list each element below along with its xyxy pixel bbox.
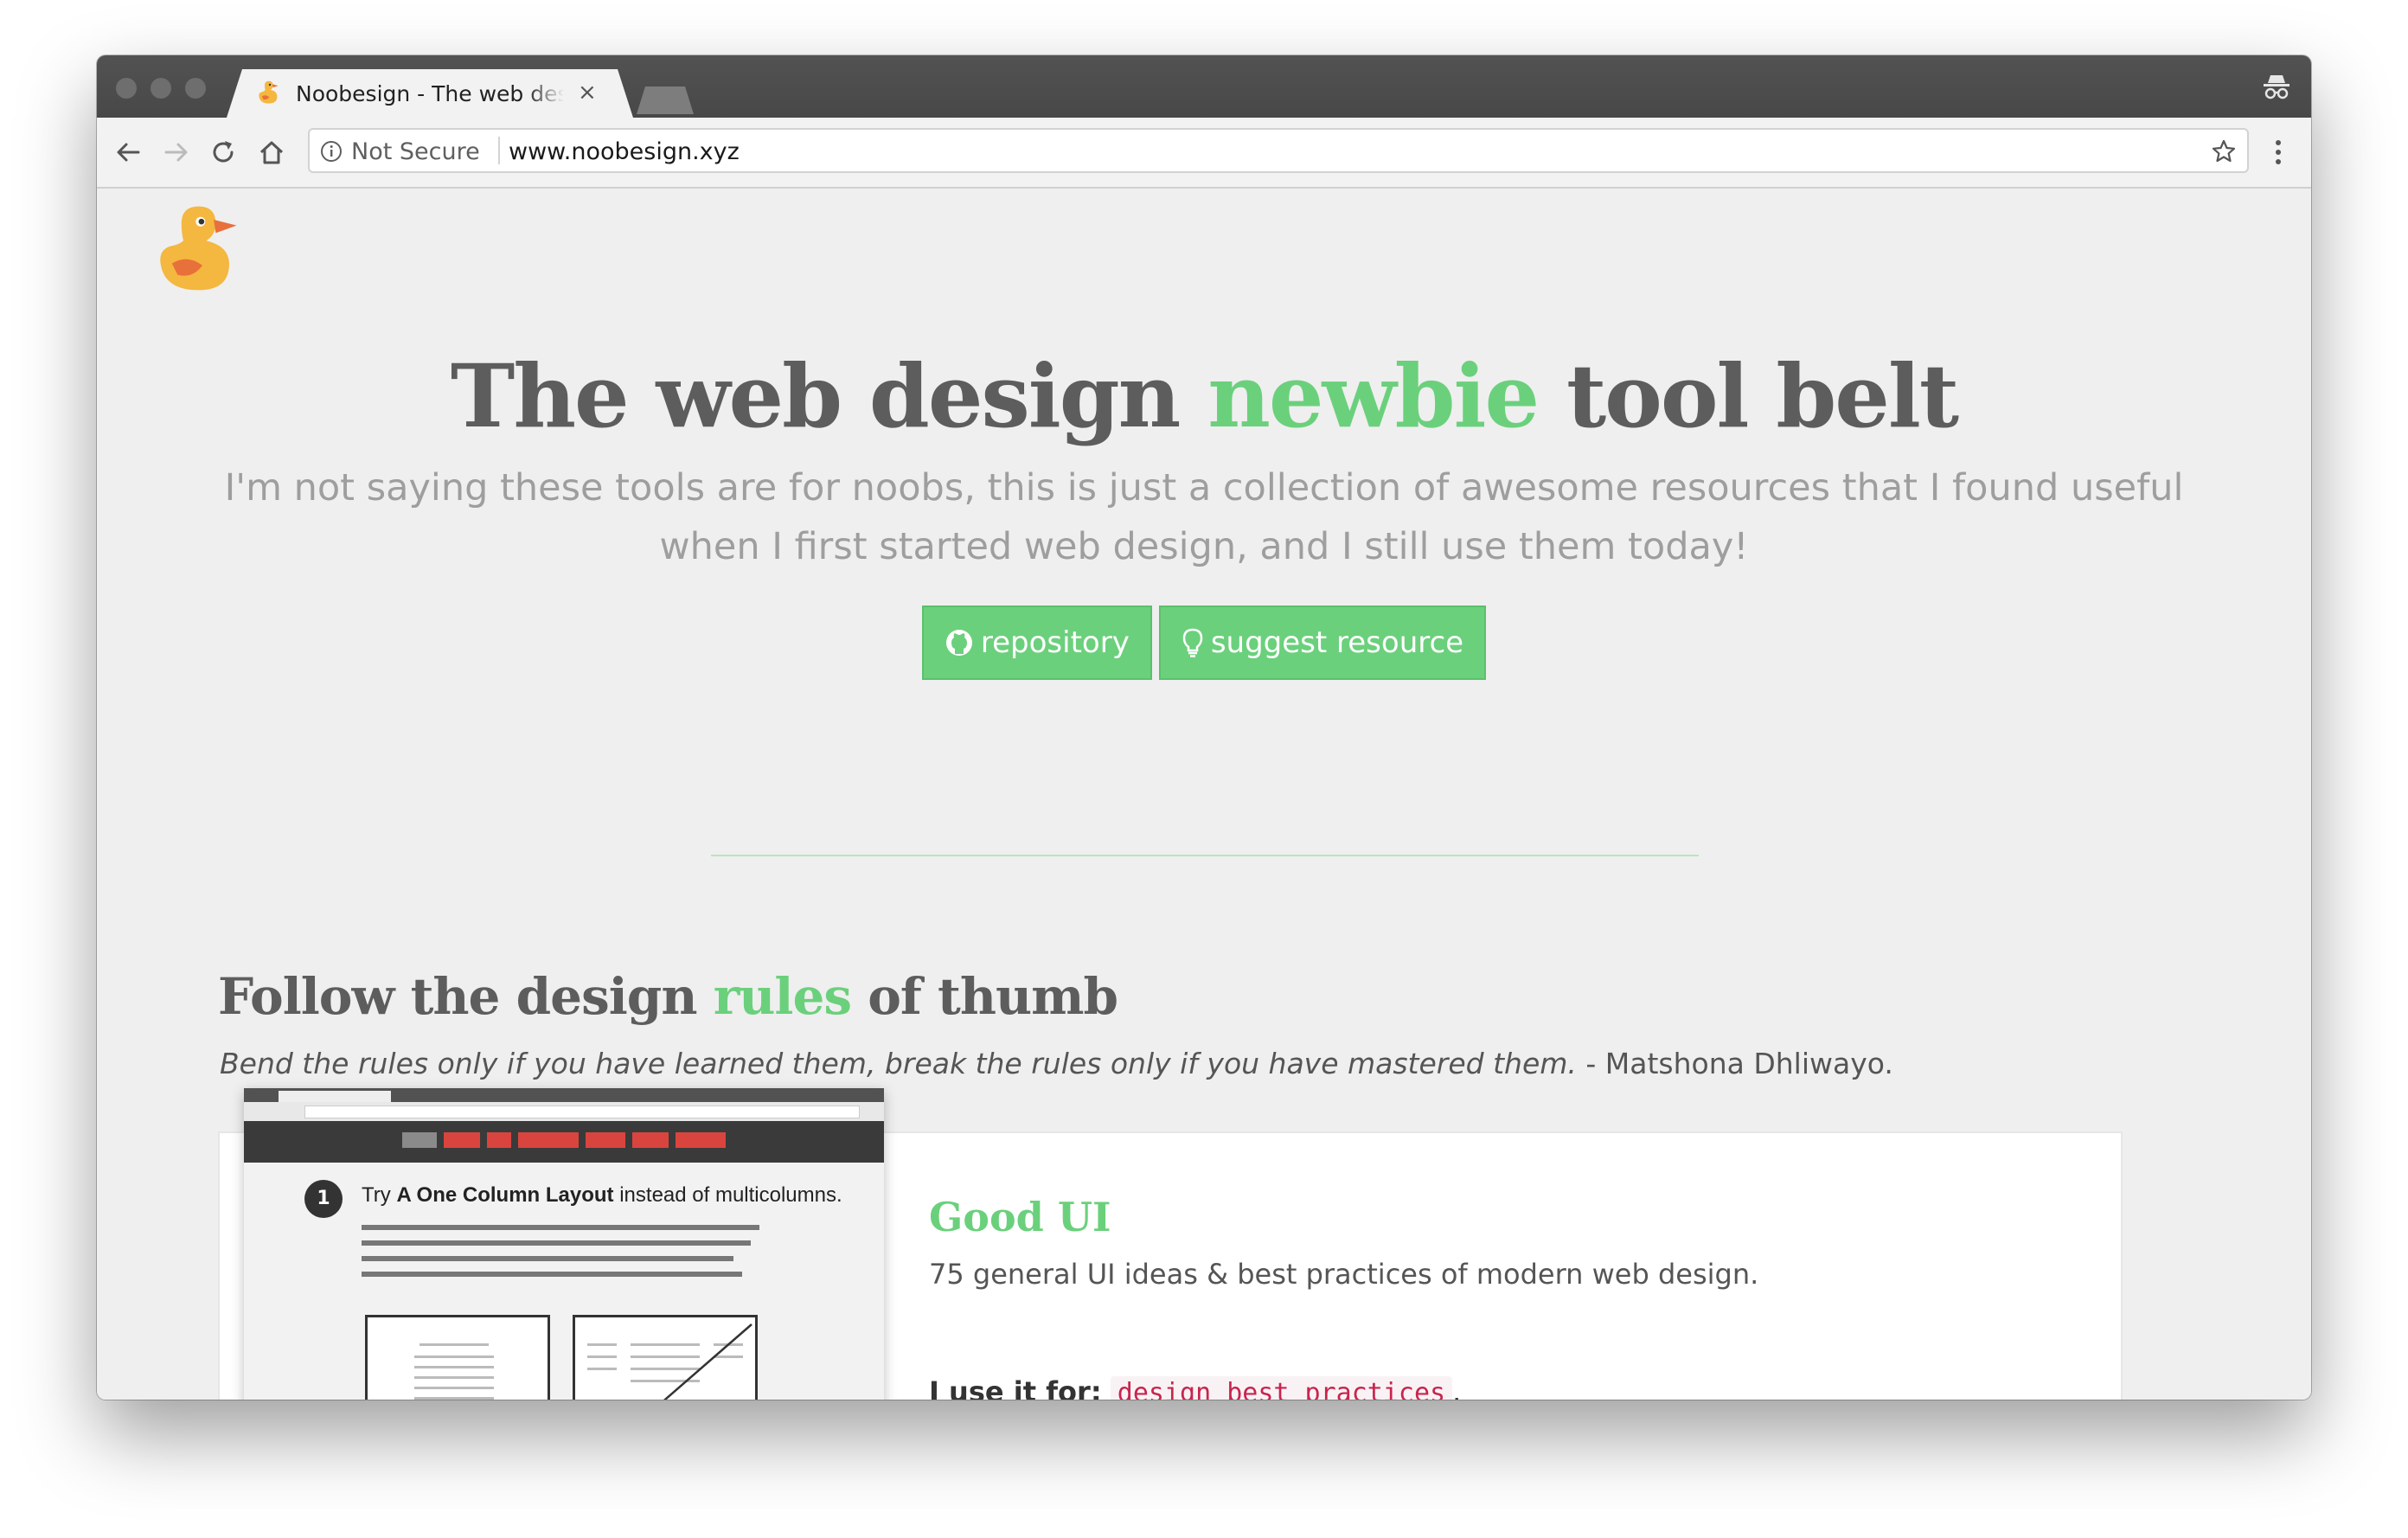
hero-title-highlight: newbie xyxy=(1207,345,1540,447)
usage-label: I use it for: xyxy=(929,1375,1102,1400)
duck-favicon-icon xyxy=(259,80,279,104)
resource-description: 75 general UI ideas & best practices of … xyxy=(929,1258,1759,1291)
preview-wire-line xyxy=(414,1397,494,1400)
preview-text-line xyxy=(362,1272,742,1277)
back-icon[interactable] xyxy=(112,137,144,168)
forward-icon[interactable] xyxy=(161,137,192,168)
url-text[interactable]: www.noobesign.xyz xyxy=(509,138,740,165)
preview-body: 1 Try A One Column Layout instead of mul… xyxy=(244,1163,884,1400)
preview-nav-item xyxy=(444,1132,480,1148)
hero-subtitle: I'm not saying these tools are for noobs… xyxy=(224,466,2184,568)
preview-nav xyxy=(244,1121,884,1163)
info-icon[interactable] xyxy=(320,140,343,163)
repository-label: repository xyxy=(980,625,1130,660)
preview-browser-chrome xyxy=(244,1088,884,1122)
preview-idea-badge: 1 xyxy=(304,1180,343,1218)
section-divider xyxy=(711,855,1699,856)
browser-window: Noobesign - The web design newbie tool b… xyxy=(97,55,2311,1400)
section-title: Follow the design rules of thumb xyxy=(218,967,1118,1026)
preview-text-line xyxy=(362,1240,751,1246)
preview-tab xyxy=(279,1091,391,1102)
preview-wireframe-one-column xyxy=(365,1315,550,1400)
resource-screenshot[interactable]: 1 Try A One Column Layout instead of mul… xyxy=(244,1088,884,1400)
omnibox-divider xyxy=(498,137,500,164)
preview-heading-bold: A One Column Layout xyxy=(396,1183,614,1207)
section-title-highlight: rules xyxy=(713,967,852,1026)
preview-wire-line xyxy=(419,1343,489,1346)
preview-wire-line xyxy=(414,1355,494,1358)
tag-suffix: . xyxy=(1452,1375,1462,1400)
minimize-window-button[interactable] xyxy=(150,78,171,99)
section-title-part1: Follow the design xyxy=(218,967,714,1026)
preview-heading: Try A One Column Layout instead of multi… xyxy=(362,1183,842,1208)
home-icon[interactable] xyxy=(256,137,287,168)
preview-brand xyxy=(402,1132,437,1148)
browser-toolbar: Not Secure www.noobesign.xyz xyxy=(97,118,2311,189)
preview-nav-item xyxy=(518,1132,579,1148)
hero-title-part2: tool belt xyxy=(1538,345,1959,447)
resource-tag: design best practices xyxy=(1110,1376,1453,1400)
quote-author: - Matshona Dhliwayo. xyxy=(1576,1047,1893,1080)
duck-logo-icon[interactable] xyxy=(145,201,240,296)
section-quote: Bend the rules only if you have learned … xyxy=(220,1047,1893,1080)
resource-title[interactable]: Good UI xyxy=(929,1194,1111,1240)
page-content: The web design newbie tool belt I'm not … xyxy=(97,189,2311,1400)
resource-usage: I use it for: design best practices. xyxy=(929,1375,1461,1400)
preview-nav-item xyxy=(676,1132,726,1148)
security-label[interactable]: Not Secure xyxy=(351,138,480,165)
preview-crossout xyxy=(663,1323,752,1400)
hero-title-part1: The web design xyxy=(450,345,1208,447)
tab-strip: Noobesign - The web design newbie tool b… xyxy=(97,55,2311,118)
preview-text-line xyxy=(362,1256,733,1261)
star-icon[interactable] xyxy=(2211,138,2237,164)
reload-icon[interactable] xyxy=(208,137,239,168)
preview-wire-line xyxy=(414,1366,494,1368)
new-tab-button[interactable] xyxy=(637,87,694,114)
close-icon[interactable]: × xyxy=(578,80,597,106)
incognito-icon xyxy=(2264,75,2290,99)
preview-text-line xyxy=(362,1225,759,1230)
hero-title: The web design newbie tool belt xyxy=(97,344,2311,448)
close-window-button[interactable] xyxy=(116,78,137,99)
preview-nav-item xyxy=(487,1132,511,1148)
repository-button[interactable]: repository xyxy=(921,606,1152,680)
browser-tab[interactable]: Noobesign - The web design newbie tool b… xyxy=(227,69,633,118)
preview-wire-line xyxy=(414,1376,494,1379)
preview-heading-prefix: Try xyxy=(362,1183,397,1207)
quote-text: Bend the rules only if you have learned … xyxy=(220,1047,1577,1080)
zoom-window-button[interactable] xyxy=(185,78,206,99)
address-bar[interactable]: Not Secure www.noobesign.xyz xyxy=(308,128,2249,173)
hero-buttons: repository suggest resource xyxy=(97,606,2311,680)
preview-url-bar xyxy=(304,1105,860,1118)
suggest-resource-button[interactable]: suggest resource xyxy=(1158,606,1487,680)
menu-icon[interactable] xyxy=(2273,137,2283,168)
suggest-resource-label: suggest resource xyxy=(1210,625,1464,660)
preview-heading-suffix: instead of multicolumns. xyxy=(613,1183,842,1207)
github-icon xyxy=(945,630,972,656)
preview-nav-item xyxy=(632,1132,669,1148)
lightbulb-icon xyxy=(1182,628,1203,657)
preview-nav-item xyxy=(586,1132,625,1148)
tab-title: Noobesign - The web design newbie tool b… xyxy=(296,81,564,106)
preview-wireframe-multi-column xyxy=(573,1315,758,1400)
section-title-part2: of thumb xyxy=(851,967,1118,1026)
preview-wire-line xyxy=(414,1387,494,1389)
